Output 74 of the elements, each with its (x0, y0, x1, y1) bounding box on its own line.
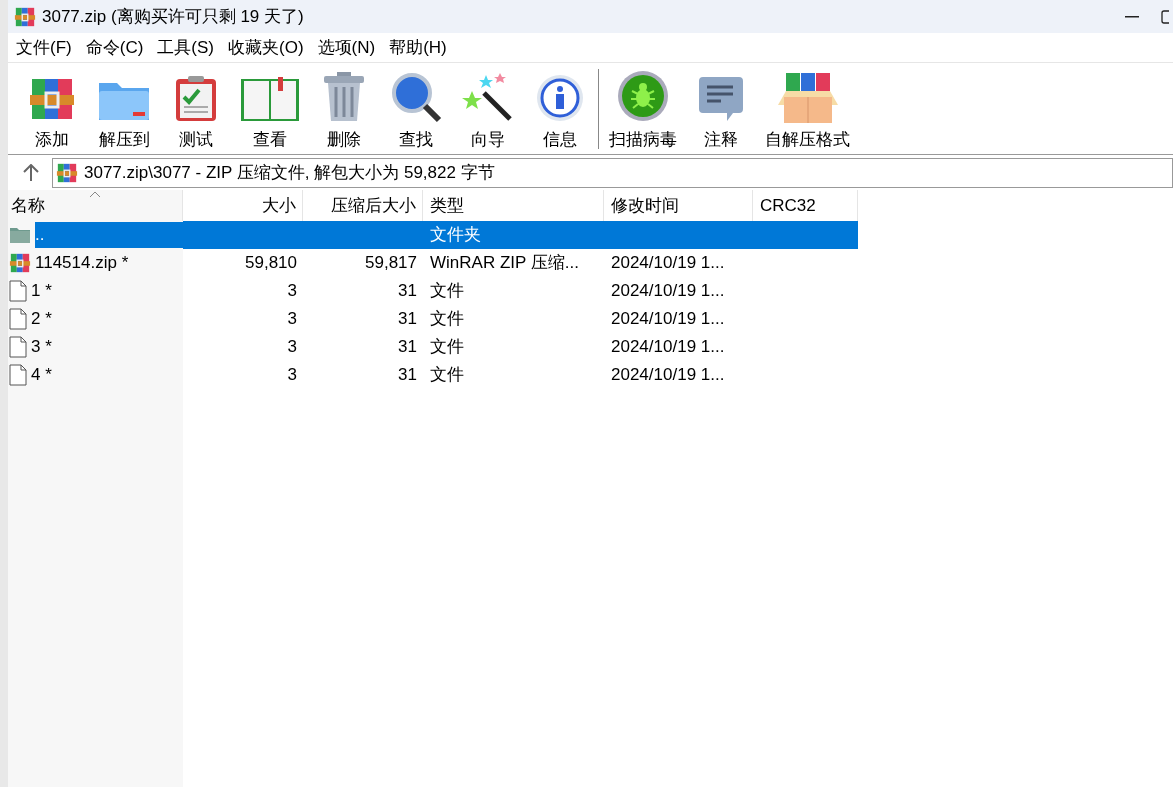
toolbar-button[interactable]: 测试 (160, 64, 232, 153)
table-cell-text: 3 (287, 308, 297, 331)
file-icon (9, 280, 27, 302)
table-cell-text: 2024/10/19 1... (611, 280, 725, 303)
table-cell-text: 文件 (430, 336, 464, 359)
table-cell-text: 2024/10/19 1... (611, 252, 725, 275)
file-icon (9, 336, 27, 358)
table-cell-text: 3 * (31, 336, 52, 359)
table-cell-text: 59,817 (365, 252, 417, 275)
menu-item[interactable]: 命令(C) (79, 34, 150, 61)
window-title: 3077.zip (离购买许可只剩 19 天了) (42, 5, 304, 28)
table-cell-text: 2024/10/19 1... (611, 336, 725, 359)
toolbar-button[interactable]: 查找 (380, 64, 452, 153)
minimize-icon (1125, 15, 1139, 18)
table-cell-text: WinRAR ZIP 压缩... (430, 252, 579, 275)
book-icon (240, 75, 300, 123)
menu-item[interactable]: 帮助(H) (383, 34, 453, 61)
speech-bubble-icon (697, 75, 745, 123)
file-row[interactable]: 2 * 3 31 文件 2024/10/19 1... (8, 305, 858, 333)
search-icon (390, 71, 442, 123)
file-row[interactable]: .. 文件夹 (8, 221, 858, 249)
table-cell-text: 1 * (31, 280, 52, 303)
folder-icon (9, 226, 31, 244)
toolbar-button[interactable]: 扫描病毒 (601, 64, 685, 153)
toolbar-button[interactable]: 删除 (308, 64, 380, 153)
magic-wand-icon (462, 71, 514, 123)
up-arrow-icon (23, 163, 39, 182)
table-cell-text: 59,810 (245, 252, 297, 275)
books-icon (9, 252, 31, 274)
table-cell-text: 31 (398, 308, 417, 331)
menu-item[interactable]: 收藏夹(O) (222, 34, 310, 61)
table-cell-text: 2024/10/19 1... (611, 364, 725, 387)
table-cell-text: 3 (287, 336, 297, 359)
table-cell-text: 3 (287, 364, 297, 387)
toolbar-button[interactable]: 注释 (685, 64, 757, 153)
menu-item[interactable]: 文件(F) (10, 34, 78, 61)
app-icon (14, 5, 36, 28)
file-icon (9, 308, 27, 330)
toolbar-button[interactable]: 查看 (232, 64, 308, 153)
clipboard-icon (174, 75, 218, 123)
toolbar-button[interactable]: 向导 (452, 64, 524, 153)
file-row[interactable]: 1 * 3 31 文件 2024/10/19 1... (8, 277, 858, 305)
table-cell-text: 3 (287, 280, 297, 303)
file-row[interactable]: 3 * 3 31 文件 2024/10/19 1... (8, 333, 858, 361)
file-row[interactable]: 114514.zip * 59,810 59,817 WinRAR ZIP 压缩... 2024/10/19 1... (8, 249, 858, 277)
menu-item[interactable]: 工具(S) (151, 34, 220, 61)
table-cell-text: 文件夹 (430, 224, 481, 247)
file-icon (9, 364, 27, 386)
table-cell-text: 文件 (430, 280, 464, 303)
menu-item[interactable]: 选项(N) (311, 34, 382, 61)
maximize-icon (1161, 9, 1169, 24)
archive-path: 3077.zip\3077 - ZIP 压缩文件, 解包大小为 59,822 字节 (84, 161, 495, 184)
address-field[interactable]: 3077.zip\3077 - ZIP 压缩文件, 解包大小为 59,822 字节 (52, 157, 1173, 188)
table-cell-text: 31 (398, 336, 417, 359)
table-cell-text: 2024/10/19 1... (611, 308, 725, 331)
table-cell-text: 文件 (430, 308, 464, 331)
table-cell-text: 31 (398, 364, 417, 387)
toolbar-button[interactable]: 添加 (16, 64, 88, 153)
box-with-books-icon (775, 71, 840, 123)
bug-icon (616, 69, 670, 123)
table-cell: .. (35, 222, 183, 248)
archive-icon (56, 161, 78, 184)
info-icon (535, 73, 585, 123)
toolbar-button[interactable]: 自解压格式 (757, 64, 858, 153)
toolbar-button[interactable]: 信息 (524, 64, 596, 153)
table-cell-text: 31 (398, 280, 417, 303)
table-cell-text: 114514.zip * (35, 252, 129, 275)
trash-icon (322, 71, 366, 123)
table-cell-text: 2 * (31, 308, 52, 331)
sort-caret-icon (89, 191, 101, 198)
file-row[interactable]: 4 * 3 31 文件 2024/10/19 1... (8, 361, 858, 389)
table-cell-text: 文件 (430, 364, 464, 387)
toolbar-button[interactable]: 解压到 (88, 64, 160, 153)
table-cell-text: 4 * (31, 364, 52, 387)
